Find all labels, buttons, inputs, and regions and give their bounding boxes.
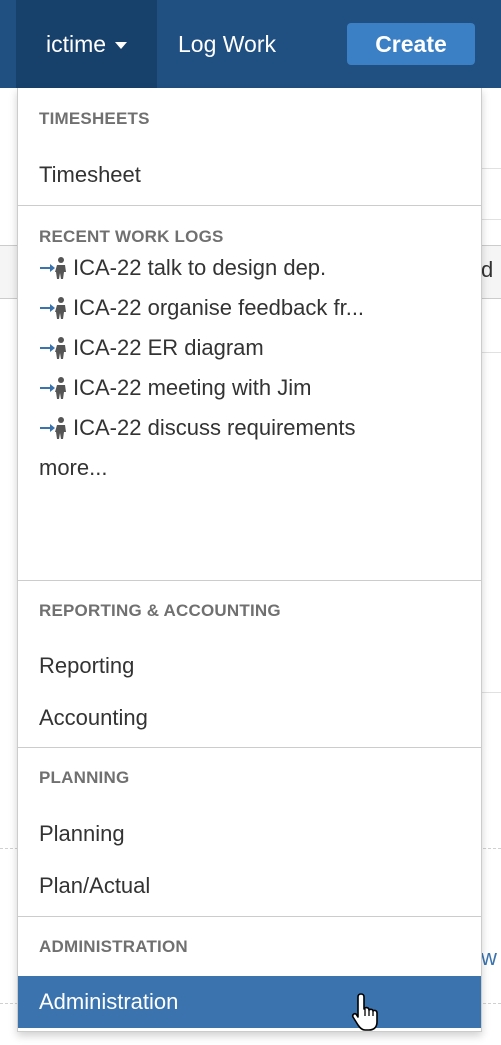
arrow-person-icon — [40, 297, 66, 319]
menu-item-reporting[interactable]: Reporting — [18, 646, 481, 686]
section-header-timesheets: TIMESHEETS — [39, 109, 150, 128]
menu-item-accounting[interactable]: Accounting — [18, 698, 481, 738]
ictime-dropdown-menu: TIMESHEETS Timesheet RECENT WORK LOGS IC… — [17, 88, 482, 1032]
background-text: d — [481, 257, 494, 282]
menu-item-work-log[interactable]: ICA-22 discuss requirements — [18, 408, 481, 448]
menu-divider — [18, 580, 481, 581]
menu-item-label: Reporting — [39, 653, 135, 678]
menu-item-plan-actual[interactable]: Plan/Actual — [18, 866, 481, 906]
menu-item-planning[interactable]: Planning — [18, 814, 481, 854]
menu-item-work-log[interactable]: ICA-22 organise feedback fr... — [18, 288, 481, 328]
menu-divider — [18, 205, 481, 206]
menu-item-label: Plan/Actual — [39, 873, 151, 898]
chevron-down-icon — [115, 42, 128, 49]
menu-item-label: Administration — [39, 989, 179, 1014]
menu-item-work-log[interactable]: ICA-22 ER diagram — [18, 328, 481, 368]
menu-item-label: Planning — [39, 821, 125, 846]
menu-item-label: ICA-22 discuss requirements — [73, 415, 356, 440]
section-header-recent-work-logs: RECENT WORK LOGS — [39, 227, 224, 246]
ictime-menu-label: ictime — [45, 30, 107, 57]
arrow-person-icon — [40, 337, 66, 359]
menu-item-work-log[interactable]: ICA-22 talk to design dep. — [18, 248, 481, 288]
ictime-menu-button[interactable]: ictime — [16, 0, 157, 88]
log-work-button[interactable]: Log Work — [178, 0, 276, 88]
menu-divider — [18, 747, 481, 748]
menu-divider — [18, 916, 481, 917]
create-label: Create — [375, 30, 447, 57]
section-header-planning: PLANNING — [39, 768, 130, 787]
menu-item-label: ICA-22 meeting with Jim — [73, 375, 312, 400]
menu-item-label: ICA-22 ER diagram — [73, 335, 264, 360]
menu-item-label: ICA-22 organise feedback fr... — [73, 295, 365, 320]
hand-pointer-icon — [351, 993, 378, 1031]
top-navigation-bar: ictime Log Work Create — [0, 0, 501, 88]
background-divider — [480, 168, 501, 169]
background-link-text[interactable]: w — [481, 945, 497, 971]
menu-item-label: more... — [39, 455, 108, 480]
background-divider — [480, 219, 501, 220]
page: d w ictime Log Work Create TIMESHEETS Ti… — [0, 0, 501, 1045]
menu-item-label: Accounting — [39, 705, 148, 730]
section-header-administration: ADMINISTRATION — [39, 937, 188, 956]
arrow-person-icon — [40, 417, 66, 439]
menu-item-work-log[interactable]: ICA-22 meeting with Jim — [18, 368, 481, 408]
arrow-person-icon — [40, 377, 66, 399]
menu-item-label: Timesheet — [39, 162, 141, 187]
background-divider — [480, 692, 501, 693]
create-button[interactable]: Create — [347, 23, 475, 65]
arrow-person-icon — [40, 257, 66, 279]
menu-item-timesheet[interactable]: Timesheet — [18, 155, 481, 195]
menu-item-label: ICA-22 talk to design dep. — [73, 255, 327, 280]
menu-item-more-work-logs[interactable]: more... — [18, 448, 481, 488]
menu-item-administration[interactable]: Administration — [18, 976, 481, 1031]
background-divider — [480, 352, 501, 353]
section-header-reporting-accounting: REPORTING & ACCOUNTING — [39, 601, 281, 620]
log-work-label: Log Work — [178, 30, 277, 57]
